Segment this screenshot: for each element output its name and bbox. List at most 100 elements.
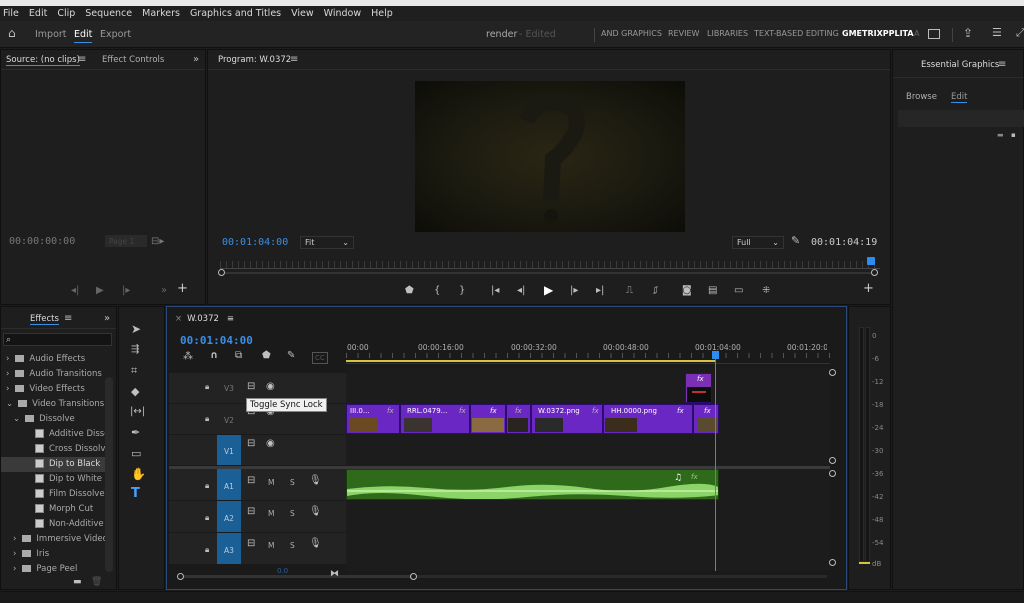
solo-button[interactable]: S: [290, 478, 295, 487]
track-select-tool-icon[interactable]: ⇶: [131, 345, 139, 355]
program-timecode[interactable]: 00:01:04:00: [222, 237, 288, 248]
source-more-icon[interactable]: »: [161, 286, 167, 296]
work-area-bar[interactable]: [346, 360, 716, 362]
workspace-review[interactable]: REVIEW: [668, 29, 699, 38]
razor-tool-icon[interactable]: ◆: [131, 386, 139, 397]
track-label[interactable]: A2: [224, 514, 234, 523]
eye-icon[interactable]: ◉: [266, 382, 275, 392]
menu-view[interactable]: View: [291, 8, 314, 19]
workspace-text-based[interactable]: TEXT-BASED EDITING: [754, 29, 839, 38]
lock-icon[interactable]: 🔒︎: [205, 382, 209, 392]
track-label[interactable]: V1: [224, 447, 234, 456]
proxy-icon[interactable]: ⁜: [762, 286, 770, 296]
workspace-libraries[interactable]: LIBRARIES: [707, 29, 748, 38]
list-item[interactable]: › Audio Transitions: [1, 367, 111, 382]
source-settings-icon[interactable]: ⊟▸: [151, 237, 164, 247]
lock-icon[interactable]: 🔒︎: [205, 414, 209, 424]
microphone-icon[interactable]: 🎙︎: [309, 507, 322, 517]
playhead-marker[interactable]: [867, 257, 875, 265]
menu-file[interactable]: File: [3, 8, 19, 19]
video-clip[interactable]: fx: [470, 404, 506, 434]
effects-tab[interactable]: Effects: [30, 314, 59, 325]
workspace-gmetrix[interactable]: GMETRIXPPLITA: [842, 29, 914, 38]
list-item[interactable]: Film Dissolve: [1, 487, 111, 502]
mute-button[interactable]: M: [268, 478, 274, 487]
essential-graphics-field[interactable]: [898, 110, 1024, 127]
essential-graphics-tab[interactable]: Essential Graphics: [921, 60, 999, 70]
list-item[interactable]: › Audio Effects: [1, 352, 111, 367]
track-label[interactable]: V2: [224, 416, 234, 425]
type-tool-icon[interactable]: T: [131, 487, 140, 500]
mute-button[interactable]: M: [268, 509, 274, 518]
pen-tool-icon[interactable]: ✒: [131, 427, 140, 438]
add-marker-icon[interactable]: ⬟: [262, 351, 271, 361]
v-zoom-handle[interactable]: [829, 457, 836, 464]
panel-menu-icon[interactable]: ≡: [290, 55, 298, 65]
go-to-out-icon[interactable]: ▸|: [596, 286, 604, 296]
fullscreen-icon[interactable]: ⤢: [1016, 27, 1024, 38]
lift-icon[interactable]: ⎍: [626, 286, 633, 296]
tab-browse[interactable]: Browse: [906, 92, 937, 102]
program-tab[interactable]: Program: W.0372: [218, 55, 291, 65]
close-icon[interactable]: ×: [175, 314, 182, 324]
fit-dropdown[interactable]: Fit ⌄: [300, 236, 354, 249]
sync-lock-icon[interactable]: ⊟: [247, 476, 255, 486]
source-tab[interactable]: Source: (no clips): [6, 55, 80, 66]
tab-import[interactable]: Import: [35, 29, 67, 40]
snap-icon[interactable]: ∩: [210, 351, 218, 361]
list-item[interactable]: › Iris: [1, 547, 111, 562]
tracks-h-scroll[interactable]: [417, 575, 827, 578]
wrench-icon[interactable]: ✎: [791, 235, 800, 246]
new-item-icon[interactable]: ▪: [1011, 130, 1016, 140]
extract-icon[interactable]: ⎎: [653, 286, 658, 296]
video-clip[interactable]: RRL.0479... fx: [400, 404, 470, 434]
list-item[interactable]: Non-Additive Dissolve: [1, 517, 111, 532]
panel-menu-icon[interactable]: ≡: [227, 314, 234, 324]
step-forward-icon[interactable]: |▸: [570, 286, 578, 296]
nest-icon[interactable]: ⁂: [183, 352, 193, 362]
menu-window[interactable]: Window: [324, 8, 361, 19]
microphone-icon[interactable]: 🎙︎: [309, 476, 322, 486]
wrench-icon[interactable]: ✎: [287, 351, 295, 361]
timeline-ruler[interactable]: 00:00 00:00:16:00 00:00:32:00 00:00:48:0…: [346, 338, 830, 364]
panel-menu-icon[interactable]: ≡: [998, 60, 1006, 70]
folder-icon[interactable]: ▬: [997, 130, 1004, 140]
share-icon[interactable]: ⇪: [963, 27, 973, 39]
eye-icon[interactable]: ◉: [266, 439, 275, 449]
tab-essential-edit[interactable]: Edit: [951, 92, 968, 103]
panel-menu-icon[interactable]: ≡: [78, 55, 86, 65]
timeline-timecode[interactable]: 00:01:04:00: [180, 334, 253, 347]
microphone-icon[interactable]: 🎙︎: [309, 539, 322, 549]
menu-graphics[interactable]: Graphics and Titles: [190, 8, 281, 19]
mark-in-icon[interactable]: {: [434, 286, 440, 296]
list-item[interactable]: › Immersive Video: [1, 532, 111, 547]
go-to-in-icon[interactable]: |◂: [491, 286, 499, 296]
step-back-icon[interactable]: ◂|: [517, 286, 525, 296]
source-page[interactable]: Page 1: [105, 235, 147, 247]
slip-tool-icon[interactable]: |↔|: [130, 407, 145, 417]
camera-icon[interactable]: ◙: [682, 286, 692, 296]
effects-search[interactable]: ⌕: [3, 333, 112, 346]
v-zoom-handle[interactable]: [829, 559, 836, 566]
list-item[interactable]: › Video Effects: [1, 382, 111, 397]
list-item[interactable]: ⌄ Dissolve: [1, 412, 111, 427]
menu-sequence[interactable]: Sequence: [85, 8, 132, 19]
source-timecode[interactable]: 00:00:00:00: [9, 236, 75, 247]
effects-scrollbar[interactable]: [105, 377, 113, 572]
zoom-handle-right[interactable]: [871, 269, 878, 276]
solo-button[interactable]: S: [290, 509, 295, 518]
track-label[interactable]: A3: [224, 546, 234, 555]
settings-icon[interactable]: ☰: [992, 27, 1002, 38]
playhead-handle[interactable]: [712, 351, 719, 359]
h-scroll-track[interactable]: [184, 575, 412, 578]
mark-out-icon[interactable]: }: [459, 286, 465, 296]
vr-icon[interactable]: ▭: [734, 286, 743, 296]
lock-icon[interactable]: 🔒︎: [205, 545, 209, 555]
play-icon[interactable]: ▶: [544, 284, 553, 296]
lock-icon[interactable]: 🔒︎: [205, 481, 209, 491]
panel-menu-icon[interactable]: ≡: [64, 314, 72, 324]
hand-tool-icon[interactable]: ✋: [131, 468, 146, 480]
sync-lock-icon[interactable]: ⊟: [247, 539, 255, 549]
menu-help[interactable]: Help: [371, 8, 393, 19]
list-item[interactable]: Additive Dissolve: [1, 427, 111, 442]
